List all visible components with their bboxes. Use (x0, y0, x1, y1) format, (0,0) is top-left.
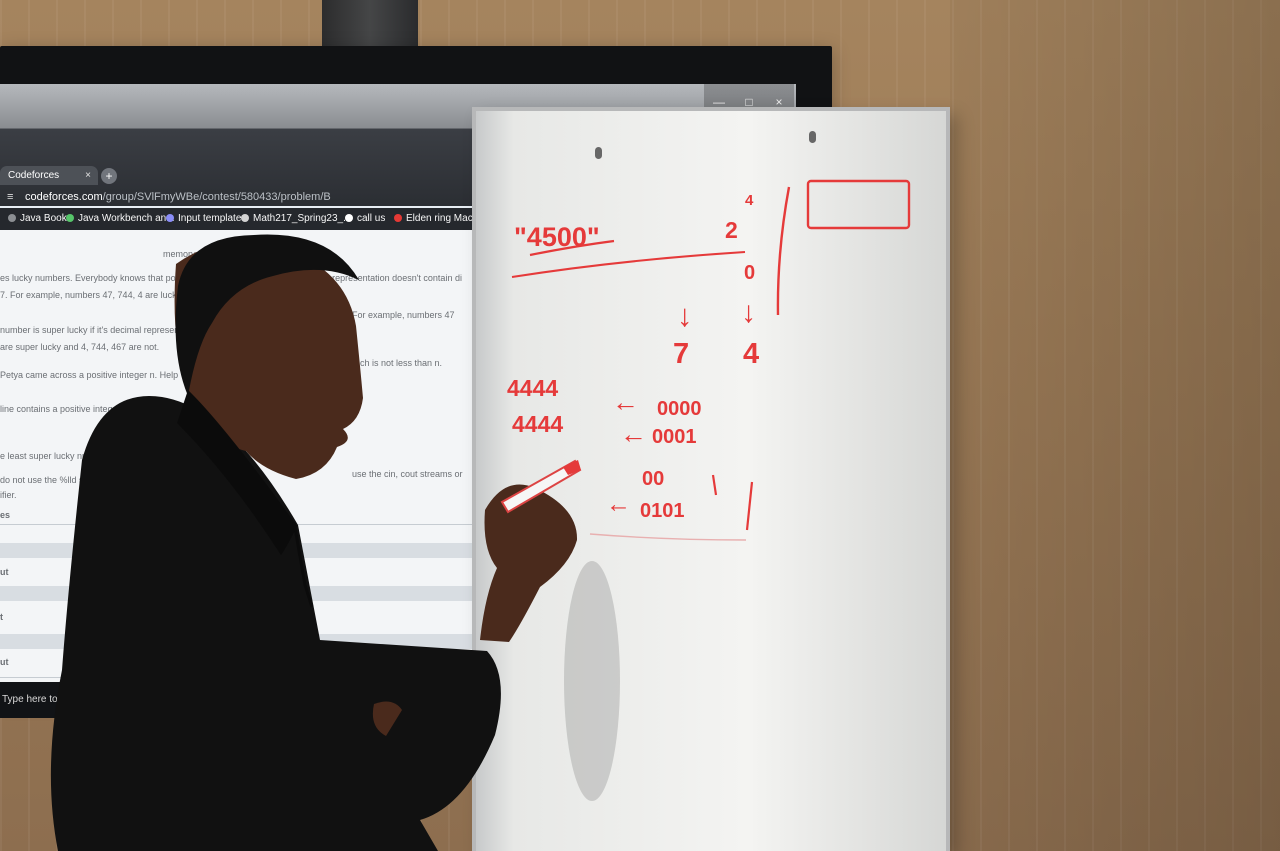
bookmark-icon (8, 214, 16, 222)
bookmark-icon (394, 214, 402, 222)
problem-statement-line: ch is not less than n. (360, 358, 443, 368)
output-spec-line: e least super lucky number that (0, 451, 126, 461)
problem-statement-line: are super lucky and 4, 744, 467 are not. (0, 342, 160, 352)
classroom-scene: Codeforces × + — □ × ≡ codeforces.com/gr… (0, 0, 1280, 851)
example-output-label: ut (0, 657, 9, 667)
bookmark-label: Input template (178, 213, 242, 224)
url-field[interactable]: codeforces.com/group/SVlFmyWBe/contest/5… (25, 187, 331, 207)
bookmark-icon (66, 214, 74, 222)
bookmark-icon (345, 214, 353, 222)
bookmark-java-workbench[interactable]: Java Workbench an... (66, 208, 175, 230)
wall-shadow (950, 0, 1280, 851)
taskbar-search[interactable]: Type here to se (0, 682, 476, 718)
bookmark-call-us[interactable]: call us (345, 208, 385, 230)
bookmark-label: Java Workbench an... (78, 213, 175, 224)
memory-limit-text: memory limit per test: 256 megabytes (163, 249, 314, 259)
bookmark-label: Java Book (20, 213, 67, 224)
example-output-header (0, 586, 474, 601)
whiteboard (472, 107, 950, 851)
note-line: use the cin, cout streams or (352, 469, 463, 479)
example-output-label: t (0, 612, 3, 622)
bookmark-icon (166, 214, 174, 222)
problem-statement-line: Petya came across a positive integer n. … (0, 370, 179, 380)
examples-divider (0, 524, 474, 525)
new-tab-button[interactable]: + (101, 168, 117, 184)
bookmark-icon (241, 214, 249, 222)
examples-heading: es (0, 510, 11, 520)
problem-statement-line: es lucky numbers. Everybody knows that p… (0, 273, 462, 283)
whiteboard-hook (809, 131, 816, 143)
note-line: ifier. (0, 490, 17, 500)
example-input-header (0, 543, 474, 558)
bookmark-java-book[interactable]: Java Book (8, 208, 67, 230)
browser-tab[interactable]: Codeforces × (0, 166, 98, 185)
example-input-header (0, 634, 474, 649)
problem-statement-line: 7. For example, numbers 47, 744, 4 are l… (0, 290, 207, 300)
url-path: /group/SVlFmyWBe/contest/580433/problem/… (102, 191, 331, 203)
bookmark-input-template[interactable]: Input template (166, 208, 241, 230)
bookmark-label: call us (357, 213, 386, 224)
site-settings-icon[interactable]: ≡ (7, 187, 13, 207)
table-divider (0, 677, 474, 678)
problem-statement-line: number is super lucky if it's decimal re… (0, 325, 202, 335)
search-input[interactable]: Type here to se (2, 694, 71, 705)
whiteboard-hook (595, 147, 602, 159)
monitor-brand-label: NEC (342, 722, 365, 732)
tab-close-icon[interactable]: × (85, 166, 91, 185)
tab-title: Codeforces (8, 170, 60, 181)
problem-statement-line: 7. For example, numbers 47 (342, 310, 455, 320)
note-line: do not use the %lld specif (0, 475, 103, 485)
bookmark-label: Math217_Spring23_... (253, 213, 352, 224)
bookmark-math[interactable]: Math217_Spring23_... (241, 208, 351, 230)
example-input-label: ut (0, 567, 9, 577)
input-spec-line: line contains a positive integer n (1 ≤ … (0, 404, 174, 414)
url-domain: codeforces.com (25, 191, 103, 203)
